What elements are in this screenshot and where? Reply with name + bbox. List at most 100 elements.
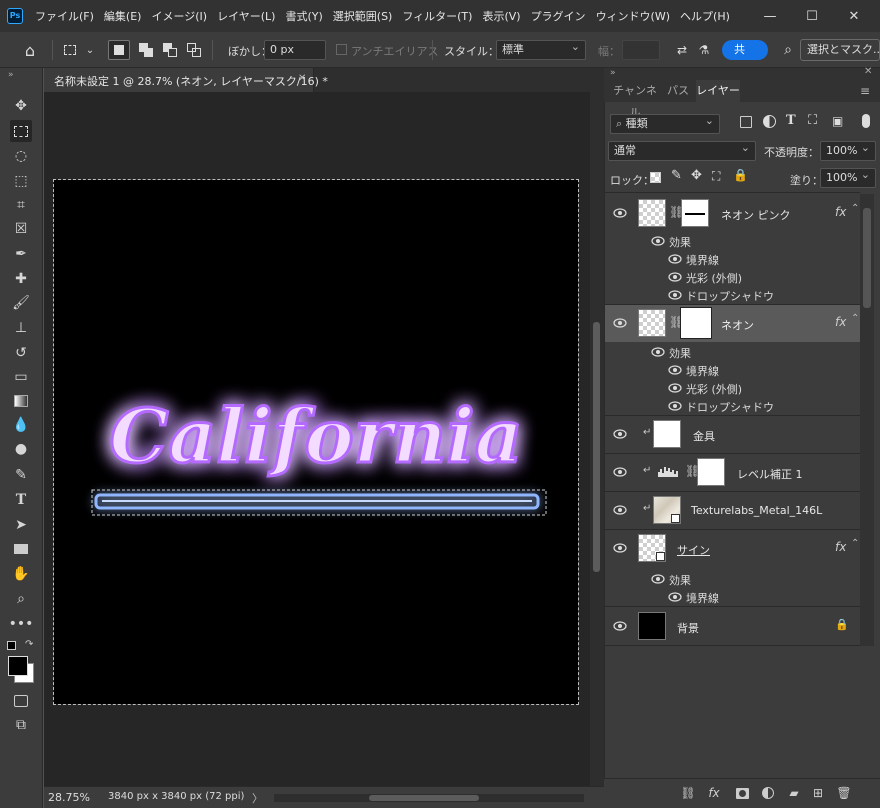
more-tools-icon[interactable]: ••• bbox=[9, 613, 34, 635]
eye-icon[interactable] bbox=[651, 574, 665, 584]
stamp-tool-icon[interactable]: ⊥ bbox=[10, 317, 32, 339]
filter-toggle[interactable] bbox=[862, 114, 870, 128]
frame-tool-icon[interactable]: ☒ bbox=[10, 218, 32, 240]
canvas[interactable]: California bbox=[53, 179, 579, 705]
rectangle-tool-icon[interactable] bbox=[10, 538, 32, 560]
layer-row-levels[interactable]: ↵ ⛓ レベル補正 1 bbox=[605, 454, 860, 491]
eye-icon[interactable] bbox=[613, 543, 627, 553]
minimize-button[interactable]: — bbox=[750, 0, 790, 32]
filter-pixel-icon[interactable] bbox=[740, 116, 752, 128]
width-input[interactable] bbox=[622, 40, 660, 60]
effects-group[interactable]: 効果 bbox=[605, 232, 860, 250]
horizontal-scrollbar[interactable] bbox=[274, 794, 584, 802]
effect-item[interactable]: ドロップシャドウ bbox=[605, 397, 860, 415]
effect-item[interactable]: 光彩 (外側) bbox=[605, 268, 860, 286]
eye-icon[interactable] bbox=[613, 318, 627, 328]
rect-marquee-preset-icon[interactable] bbox=[60, 40, 80, 60]
layer-row-background[interactable]: 背景 🔒 bbox=[605, 608, 860, 645]
new-layer-icon[interactable]: ⊞ bbox=[810, 785, 826, 801]
layer-name[interactable]: ネオン bbox=[721, 317, 754, 333]
lasso-tool-icon[interactable]: ◌ bbox=[10, 145, 32, 167]
opacity-input[interactable]: 100% bbox=[820, 139, 876, 161]
menu-image[interactable]: イメージ(I) bbox=[146, 8, 212, 24]
layer-thumbnail[interactable] bbox=[638, 534, 666, 562]
layer-thumbnail[interactable] bbox=[638, 199, 666, 227]
share-button[interactable]: 共 bbox=[722, 40, 768, 60]
tab-channels[interactable]: チャンネル bbox=[608, 80, 662, 119]
flask-icon[interactable]: ⚗ bbox=[694, 40, 714, 60]
lock-position-icon[interactable]: ✥ bbox=[691, 168, 702, 183]
status-menu-arrow[interactable]: 〉 bbox=[252, 790, 263, 806]
maximize-button[interactable]: ☐ bbox=[792, 0, 832, 32]
eye-icon[interactable] bbox=[668, 383, 682, 393]
layer-mask-thumbnail[interactable] bbox=[680, 307, 712, 339]
lock-image-icon[interactable]: ✎ bbox=[671, 168, 682, 183]
eye-icon[interactable] bbox=[668, 272, 682, 282]
pen-tool-icon[interactable]: ✎ bbox=[10, 464, 32, 486]
layer-thumbnail[interactable] bbox=[653, 496, 681, 524]
menu-plugins[interactable]: プラグイン bbox=[526, 8, 591, 24]
vertical-scrollbar[interactable] bbox=[590, 92, 604, 786]
tab-paths[interactable]: パス bbox=[662, 80, 694, 102]
eye-icon[interactable] bbox=[613, 505, 627, 515]
move-tool-icon[interactable]: ✥ bbox=[10, 95, 32, 117]
filter-smartobject-icon[interactable]: ▣ bbox=[832, 114, 843, 128]
eye-icon[interactable] bbox=[668, 365, 682, 375]
lock-artboard-icon[interactable]: ⛶ bbox=[712, 169, 720, 184]
collapse-effects-icon[interactable]: ⌃ bbox=[851, 203, 859, 214]
levels-histogram-icon[interactable] bbox=[657, 464, 679, 478]
new-adjustment-layer-icon[interactable] bbox=[760, 785, 776, 801]
add-mask-icon[interactable] bbox=[734, 785, 750, 801]
menu-layer[interactable]: レイヤー(L) bbox=[212, 8, 280, 24]
eraser-tool-icon[interactable]: ▭ bbox=[10, 366, 32, 388]
menu-window[interactable]: ウィンドウ(W) bbox=[591, 8, 675, 24]
eye-icon[interactable] bbox=[613, 429, 627, 439]
layer-name[interactable]: ネオン ピンク bbox=[721, 207, 791, 223]
layer-row-neon[interactable]: ⛓ ネオン fx ⌃ bbox=[605, 305, 860, 342]
gradient-tool-icon[interactable] bbox=[10, 390, 32, 412]
style-select[interactable]: 標準 bbox=[496, 38, 586, 60]
collapse-icon[interactable]: » bbox=[8, 70, 14, 80]
effect-item[interactable]: 境界線 bbox=[605, 250, 860, 268]
eye-icon[interactable] bbox=[668, 254, 682, 264]
healing-tool-icon[interactable]: ✚ bbox=[10, 268, 32, 290]
add-style-icon[interactable]: fx bbox=[706, 785, 722, 801]
effects-group[interactable]: 効果 bbox=[605, 343, 860, 361]
eye-icon[interactable] bbox=[651, 347, 665, 357]
layers-scrollbar[interactable] bbox=[860, 194, 874, 646]
menu-help[interactable]: ヘルプ(H) bbox=[675, 8, 735, 24]
eye-icon[interactable] bbox=[668, 290, 682, 300]
eye-icon[interactable] bbox=[613, 208, 627, 218]
layers-scroll-thumb[interactable] bbox=[863, 208, 871, 308]
marquee-tool-icon[interactable] bbox=[10, 120, 32, 142]
new-group-icon[interactable]: ▰ bbox=[786, 785, 802, 801]
hand-tool-icon[interactable]: ✋ bbox=[10, 563, 32, 585]
antialias-checkbox[interactable] bbox=[336, 44, 347, 55]
collapse-effects-icon[interactable]: ⌃ bbox=[851, 538, 859, 549]
collapse-effects-icon[interactable]: ⌃ bbox=[851, 313, 859, 324]
layer-row-sign[interactable]: サイン fx ⌃ bbox=[605, 530, 860, 567]
lock-transparency-icon[interactable] bbox=[650, 172, 661, 183]
feather-input[interactable]: 0 px bbox=[264, 40, 326, 60]
add-selection-icon[interactable] bbox=[136, 40, 156, 60]
fill-input[interactable]: 100% bbox=[820, 166, 876, 188]
history-brush-tool-icon[interactable]: ↺ bbox=[10, 342, 32, 364]
eye-icon[interactable] bbox=[668, 401, 682, 411]
layer-name[interactable]: Texturelabs_Metal_146L bbox=[691, 504, 822, 517]
screen-mode-icon[interactable]: ⧉ bbox=[10, 714, 32, 736]
layer-name[interactable]: 背景 bbox=[677, 620, 699, 636]
filter-type-icon[interactable]: T bbox=[786, 113, 796, 128]
panel-close-icon[interactable]: ✕ bbox=[864, 66, 872, 77]
tab-layers[interactable]: レイヤー bbox=[696, 80, 740, 102]
fx-icon[interactable]: fx bbox=[835, 205, 846, 219]
swap-icon[interactable]: ⇄ bbox=[672, 40, 692, 60]
type-tool-icon[interactable]: T bbox=[10, 489, 32, 511]
layer-mask-thumbnail[interactable] bbox=[681, 199, 709, 227]
zoom-tool-icon[interactable]: ⌕ bbox=[10, 588, 32, 610]
panel-collapse-icon[interactable]: » bbox=[610, 68, 616, 78]
brush-tool-icon[interactable]: 🖌 bbox=[10, 292, 32, 314]
dodge-tool-icon[interactable]: ● bbox=[10, 438, 32, 460]
layer-row-hardware[interactable]: ↵ 金具 bbox=[605, 416, 860, 453]
foreground-color-swatch[interactable] bbox=[8, 656, 28, 676]
layer-mask-thumbnail[interactable] bbox=[697, 458, 725, 486]
